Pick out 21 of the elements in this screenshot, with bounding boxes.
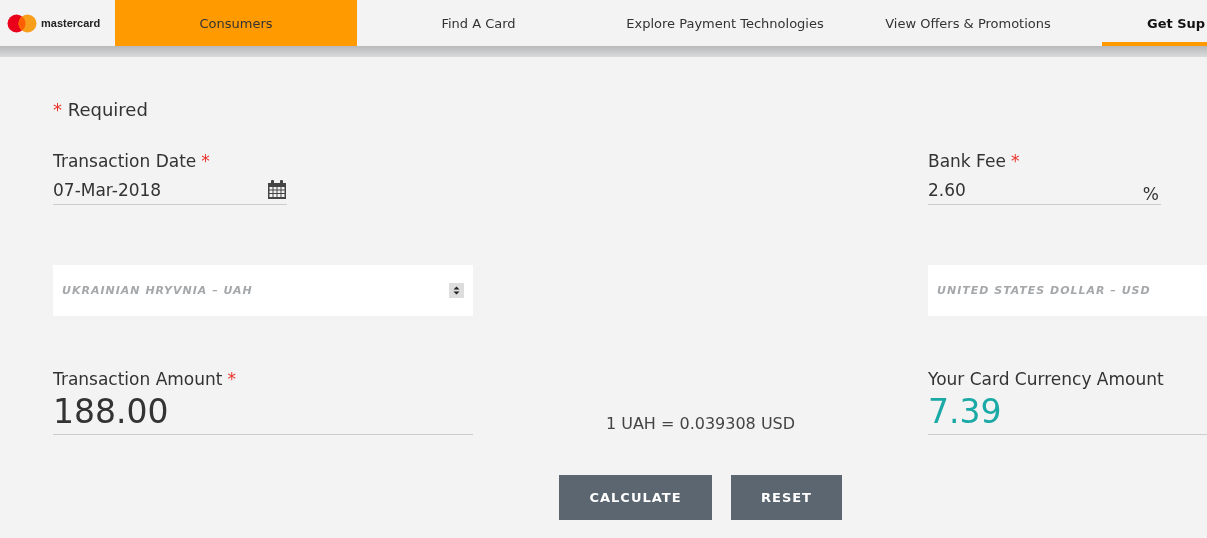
logo-icon [7,13,37,33]
date-field[interactable]: 07-Mar-2018 [53,179,267,200]
percent-unit: % [1142,183,1159,204]
nav-tab[interactable]: View Offers & Promotions [850,0,1086,46]
calculate-button[interactable]: CALCULATE [559,475,712,520]
sort-arrows-icon [449,283,464,298]
field-label: Transaction Date * [53,151,211,171]
field-label: Transaction Amount * [53,369,237,389]
card-amount-value: 7.39 [928,389,1207,435]
required-note: * Required [53,99,148,120]
nav-tab[interactable]: Explore Payment Technologies [600,0,850,46]
calendar-icon[interactable] [267,179,287,200]
logo-text: mastercard [41,17,101,29]
reset-button[interactable]: RESET [731,475,842,520]
bank-fee-field[interactable]: 2.60 [928,179,1143,200]
field-label: Your Card Currency Amount [928,369,1165,389]
exchange-rate: 1 UAH = 0.039308 USD [605,414,796,433]
field-label: Bank Fee * [928,151,1021,171]
nav-tab[interactable]: Consumers [115,0,357,46]
nav-tab[interactable]: Find A Card [357,0,600,46]
amount-field[interactable]: 188.00 [53,389,473,435]
